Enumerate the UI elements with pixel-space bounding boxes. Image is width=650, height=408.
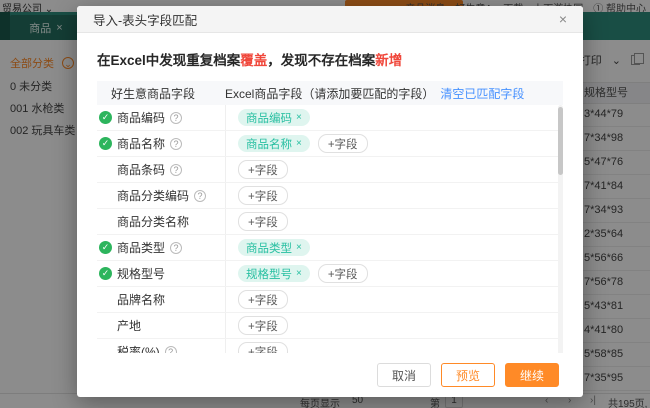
system-field-cell: ✓ 商品类型 ? [97, 235, 225, 260]
match-table-row: ✓ 品牌名称 +字段 [97, 287, 563, 313]
excel-field-cell: 商品名称 × +字段 [225, 131, 563, 156]
matched-field-tag-label: 商品编码 [246, 112, 292, 125]
system-field-cell: ✓ 税率(%) ? [97, 339, 225, 353]
matched-check-icon: ✓ [99, 111, 112, 124]
system-field-label: 商品条码 [117, 163, 166, 177]
match-table-header: 好生意商品字段 Excel商品字段（请添加要匹配的字段） 清空已匹配字段 [97, 81, 563, 105]
system-field-label: 商品名称 [117, 137, 166, 151]
excel-field-cell: 规格型号 × +字段 [225, 261, 563, 286]
scrollbar-thumb[interactable] [558, 107, 563, 175]
add-field-button[interactable]: +字段 [238, 160, 288, 179]
cancel-button[interactable]: 取消 [376, 363, 431, 387]
dialog-title: 导入-表头字段匹配 [93, 13, 198, 28]
dialog-body: 在Excel中发现重复档案覆盖，发现不存在档案新增 好生意商品字段 Excel商… [77, 33, 583, 353]
duplicate-notice: 在Excel中发现重复档案覆盖，发现不存在档案新增 [97, 49, 563, 69]
matched-check-icon: ✓ [99, 137, 112, 150]
screen: 贸易公司 ⌄ 产品消息好生意App下载上下游协同① 帮助中心 商品 × 全部分类… [0, 0, 650, 408]
add-field-button[interactable]: +字段 [238, 342, 288, 353]
match-table-row: ✓ 商品分类编码 ? +字段 [97, 183, 563, 209]
match-table-row: ✓ 规格型号 规格型号 × +字段 [97, 261, 563, 287]
notice-text-2: ，发现不存在档案 [267, 53, 376, 68]
help-icon[interactable]: ? [170, 111, 183, 124]
system-field-cell: ✓ 产地 [97, 313, 225, 338]
matched-check-icon: ✓ [99, 241, 112, 254]
help-icon[interactable]: ? [170, 241, 183, 254]
matched-check-icon: ✓ [99, 267, 112, 280]
tag-action-icon[interactable]: × [296, 268, 302, 279]
system-field-cell: ✓ 规格型号 [97, 261, 225, 286]
match-table-row: ✓ 产地 +字段 [97, 313, 563, 339]
dialog-header: 导入-表头字段匹配 × [77, 6, 583, 33]
add-field-button[interactable]: +字段 [238, 212, 288, 231]
match-table-row: ✓ 商品类型 ? 商品类型 × [97, 235, 563, 261]
preview-button[interactable]: 预览 [440, 363, 495, 387]
add-field-button[interactable]: +字段 [238, 186, 288, 205]
tag-action-icon[interactable]: × [296, 112, 302, 123]
excel-field-cell: +字段 [225, 209, 563, 234]
dialog-close-icon[interactable]: × [559, 12, 567, 26]
add-field-button[interactable]: +字段 [317, 264, 368, 283]
excel-field-cell: +字段 [225, 339, 563, 353]
match-table-row: ✓ 商品分类名称 +字段 [97, 209, 563, 235]
header-right-column: Excel商品字段（请添加要匹配的字段） 清空已匹配字段 [225, 85, 563, 102]
excel-field-cell: 商品编码 × [225, 105, 563, 130]
continue-button[interactable]: 继续 [504, 363, 559, 387]
excel-field-cell: +字段 [225, 157, 563, 182]
matched-field-tag[interactable]: 规格型号 × [238, 265, 310, 282]
match-table-row: ✓ 商品条码 ? +字段 [97, 157, 563, 183]
notice-add: 新增 [375, 53, 403, 68]
system-field-label: 品牌名称 [117, 293, 166, 307]
match-table-row: ✓ 商品名称 ? 商品名称 × +字段 [97, 131, 563, 157]
import-field-match-dialog: 导入-表头字段匹配 × 在Excel中发现重复档案覆盖，发现不存在档案新增 好生… [77, 6, 583, 397]
excel-field-cell: 商品类型 × [225, 235, 563, 260]
add-field-button[interactable]: +字段 [317, 134, 368, 153]
excel-field-cell: +字段 [225, 313, 563, 338]
system-field-label: 商品分类名称 [117, 215, 190, 229]
scrollbar-track[interactable] [558, 105, 563, 353]
system-field-cell: ✓ 品牌名称 [97, 287, 225, 312]
matched-field-tag-label: 商品类型 [246, 242, 292, 255]
match-table-row: ✓ 商品编码 ? 商品编码 × [97, 105, 563, 131]
add-field-button[interactable]: +字段 [238, 290, 288, 309]
help-icon[interactable]: ? [194, 189, 207, 202]
system-field-label: 规格型号 [117, 267, 166, 281]
help-icon[interactable]: ? [170, 137, 183, 150]
notice-overwrite: 覆盖 [240, 53, 268, 68]
header-left-column: 好生意商品字段 [111, 86, 196, 101]
excel-field-cell: +字段 [225, 287, 563, 312]
system-field-cell: ✓ 商品名称 ? [97, 131, 225, 156]
system-field-cell: ✓ 商品分类编码 ? [97, 183, 225, 208]
header-right-label: Excel商品字段（请添加要匹配的字段） [225, 86, 435, 101]
match-rows-viewport: ✓ 商品编码 ? 商品编码 × ✓ 商品名称 ? 商品名称 × +字段 ✓ [97, 105, 563, 353]
matched-field-tag[interactable]: 商品类型 × [238, 239, 310, 256]
dialog-footer: 取消 预览 继续 [77, 353, 583, 397]
excel-field-cell: +字段 [225, 183, 563, 208]
system-field-label: 商品编码 [117, 111, 166, 125]
help-icon[interactable]: ? [170, 163, 183, 176]
matched-field-tag-label: 商品名称 [246, 138, 292, 151]
system-field-label: 商品类型 [117, 241, 166, 255]
match-table-row: ✓ 税率(%) ? +字段 [97, 339, 563, 353]
add-field-button[interactable]: +字段 [238, 316, 288, 335]
system-field-label: 税率(%) [117, 345, 160, 353]
help-icon[interactable]: ? [164, 345, 177, 353]
notice-text-1: 在Excel中发现重复档案 [97, 53, 241, 68]
system-field-cell: ✓ 商品编码 ? [97, 105, 225, 130]
system-field-label: 商品分类编码 [117, 189, 190, 203]
system-field-cell: ✓ 商品分类名称 [97, 209, 225, 234]
matched-field-tag[interactable]: 商品编码 × [238, 109, 310, 126]
tag-action-icon[interactable]: × [296, 138, 302, 149]
system-field-cell: ✓ 商品条码 ? [97, 157, 225, 182]
tag-action-icon[interactable]: × [296, 242, 302, 253]
matched-field-tag[interactable]: 商品名称 × [238, 135, 310, 152]
system-field-label: 产地 [117, 319, 142, 333]
matched-field-tag-label: 规格型号 [246, 268, 292, 281]
clear-matched-link[interactable]: 清空已匹配字段 [440, 87, 524, 101]
